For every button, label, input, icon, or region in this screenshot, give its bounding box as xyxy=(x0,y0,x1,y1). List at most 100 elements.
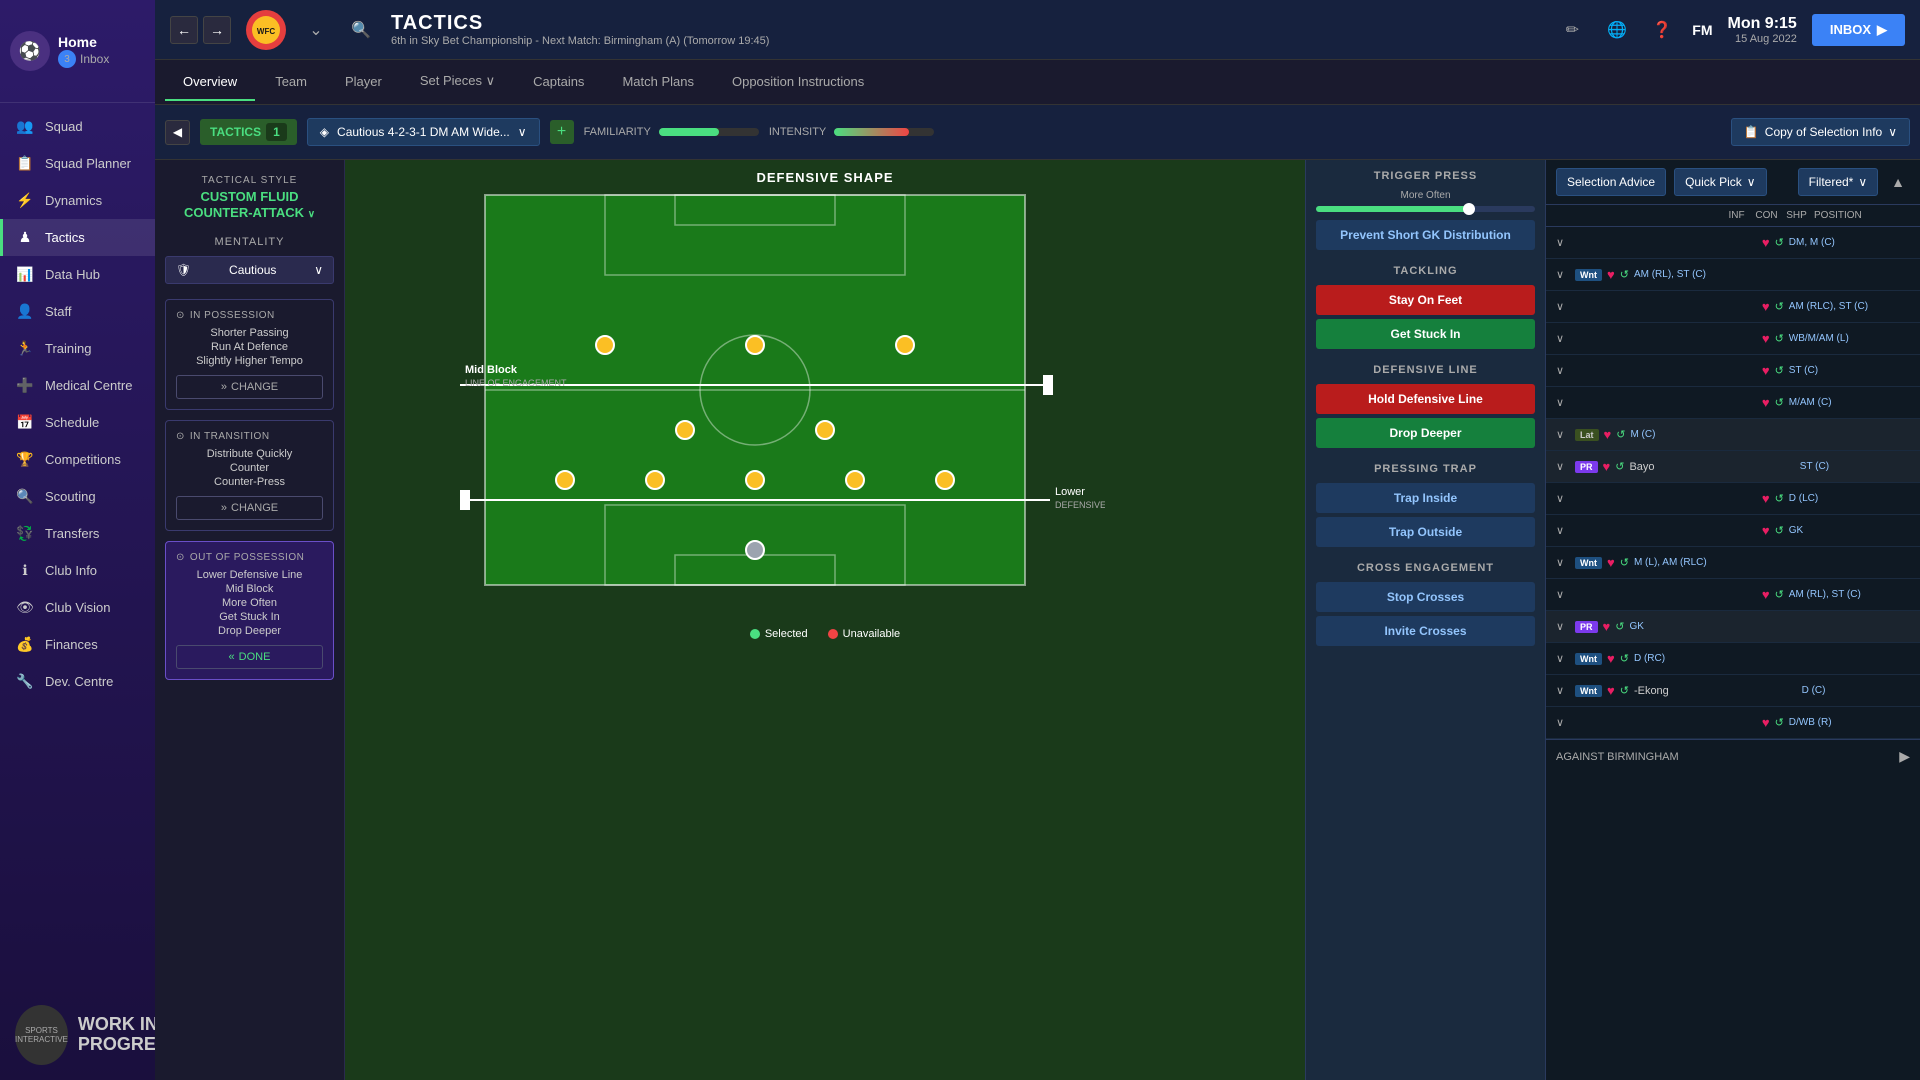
expand-icon-15[interactable]: ∨ xyxy=(1556,684,1570,697)
prevent-distribution-button[interactable]: Prevent Short GK Distribution xyxy=(1316,220,1535,250)
heart-icon-1[interactable]: ♥ xyxy=(1762,235,1770,250)
heart-icon-10[interactable]: ♥ xyxy=(1762,523,1770,538)
back-button[interactable]: ← xyxy=(170,16,198,44)
heart-icon-14[interactable]: ♥ xyxy=(1607,651,1615,666)
refresh-icon-16[interactable]: ↺ xyxy=(1775,716,1784,729)
refresh-icon-10[interactable]: ↺ xyxy=(1775,524,1784,537)
expand-icon-2[interactable]: ∨ xyxy=(1556,268,1570,281)
hold-defensive-line-button[interactable]: Hold Defensive Line xyxy=(1316,384,1535,414)
heart-icon-5[interactable]: ♥ xyxy=(1762,363,1770,378)
heart-icon-6[interactable]: ♥ xyxy=(1762,395,1770,410)
tab-captains[interactable]: Captains xyxy=(515,64,602,101)
mentality-dropdown[interactable]: 🛡 Cautious ∨ xyxy=(165,256,334,284)
minimize-panel-button[interactable]: ▲ xyxy=(1886,169,1910,195)
tac-back-button[interactable]: ◀ xyxy=(165,120,190,145)
sidebar-item-squad[interactable]: 👥Squad xyxy=(0,108,155,145)
refresh-icon-11[interactable]: ↺ xyxy=(1620,556,1629,569)
expand-icon-13[interactable]: ∨ xyxy=(1556,620,1570,633)
quick-pick-button[interactable]: Quick Pick ∨ xyxy=(1674,168,1766,196)
refresh-icon-2[interactable]: ↺ xyxy=(1620,268,1629,281)
refresh-icon-12[interactable]: ↺ xyxy=(1775,588,1784,601)
formation-dropdown[interactable]: ◈ Cautious 4-2-3-1 DM AM Wide... ∨ xyxy=(307,118,540,146)
inbox-link[interactable]: 3 Inbox xyxy=(58,50,109,68)
refresh-icon-3[interactable]: ↺ xyxy=(1775,300,1784,313)
copy-selection-button[interactable]: 📋 Copy of Selection Info ∨ xyxy=(1731,118,1910,146)
expand-icon-7[interactable]: ∨ xyxy=(1556,428,1570,441)
sidebar-item-club-info[interactable]: ℹClub Info xyxy=(0,552,155,589)
sidebar-item-staff[interactable]: 👤Staff xyxy=(0,293,155,330)
add-tactic-button[interactable]: + xyxy=(550,120,574,144)
refresh-icon-1[interactable]: ↺ xyxy=(1775,236,1784,249)
sidebar-item-training[interactable]: 🏃Training xyxy=(0,330,155,367)
refresh-icon-15[interactable]: ↺ xyxy=(1620,684,1629,697)
refresh-icon-13[interactable]: ↺ xyxy=(1615,620,1624,633)
stay-on-feet-button[interactable]: Stay On Feet xyxy=(1316,285,1535,315)
home-link[interactable]: Home xyxy=(58,34,109,50)
trigger-press-slider[interactable] xyxy=(1316,206,1535,212)
heart-icon-8[interactable]: ♥ xyxy=(1603,459,1611,474)
sidebar-item-club-vision[interactable]: 👁Club Vision xyxy=(0,589,155,626)
stop-crosses-button[interactable]: Stop Crosses xyxy=(1316,582,1535,612)
expand-icon-12[interactable]: ∨ xyxy=(1556,588,1570,601)
sidebar-item-competitions[interactable]: 🏆Competitions xyxy=(0,441,155,478)
expand-icon-14[interactable]: ∨ xyxy=(1556,652,1570,665)
heart-icon-3[interactable]: ♥ xyxy=(1762,299,1770,314)
refresh-icon-6[interactable]: ↺ xyxy=(1775,396,1784,409)
sidebar-item-data-hub[interactable]: 📊Data Hub xyxy=(0,256,155,293)
sidebar-item-dev-centre[interactable]: 🔧Dev. Centre xyxy=(0,663,155,700)
heart-icon-9[interactable]: ♥ xyxy=(1762,491,1770,506)
heart-icon-4[interactable]: ♥ xyxy=(1762,331,1770,346)
refresh-icon-8[interactable]: ↺ xyxy=(1615,460,1624,473)
globe-icon[interactable]: 🌐 xyxy=(1602,15,1632,45)
sidebar-item-scouting[interactable]: 🔍Scouting xyxy=(0,478,155,515)
refresh-icon-14[interactable]: ↺ xyxy=(1620,652,1629,665)
expand-icon-10[interactable]: ∨ xyxy=(1556,524,1570,537)
tac-style-dropdown-icon[interactable]: ∨ xyxy=(308,209,315,220)
expand-right-icon[interactable]: ▶ xyxy=(1899,748,1910,765)
heart-icon-12[interactable]: ♥ xyxy=(1762,587,1770,602)
search-icon[interactable]: 🔍 xyxy=(346,15,376,45)
in-possession-change-button[interactable]: » CHANGE xyxy=(176,375,323,399)
expand-icon[interactable]: ⌄ xyxy=(301,15,331,45)
help-icon[interactable]: ❓ xyxy=(1647,15,1677,45)
trigger-press-handle[interactable] xyxy=(1463,203,1475,215)
against-birmingham-section[interactable]: AGAINST BIRMINGHAM ▶ xyxy=(1546,739,1920,773)
tab-opposition-instructions[interactable]: Opposition Instructions xyxy=(714,64,882,101)
heart-icon-16[interactable]: ♥ xyxy=(1762,715,1770,730)
expand-icon-9[interactable]: ∨ xyxy=(1556,492,1570,505)
sidebar-item-transfers[interactable]: 💱Transfers xyxy=(0,515,155,552)
expand-icon-4[interactable]: ∨ xyxy=(1556,332,1570,345)
heart-icon-13[interactable]: ♥ xyxy=(1603,619,1611,634)
sidebar-item-finances[interactable]: 💰Finances xyxy=(0,626,155,663)
heart-icon-2[interactable]: ♥ xyxy=(1607,267,1615,282)
refresh-icon-4[interactable]: ↺ xyxy=(1775,332,1784,345)
tab-team[interactable]: Team xyxy=(257,64,325,101)
sidebar-item-dynamics[interactable]: ⚡Dynamics xyxy=(0,182,155,219)
sidebar-item-tactics[interactable]: ♟Tactics xyxy=(0,219,155,256)
selection-advice-button[interactable]: Selection Advice xyxy=(1556,168,1666,196)
drop-deeper-button[interactable]: Drop Deeper xyxy=(1316,418,1535,448)
tab-set-pieces[interactable]: Set Pieces ∨ xyxy=(402,63,513,101)
heart-icon-15[interactable]: ♥ xyxy=(1607,683,1615,698)
inbox-button[interactable]: INBOX ▶ xyxy=(1812,14,1905,46)
heart-icon-11[interactable]: ♥ xyxy=(1607,555,1615,570)
expand-icon-8[interactable]: ∨ xyxy=(1556,460,1570,473)
heart-icon-7[interactable]: ♥ xyxy=(1604,427,1612,442)
tab-overview[interactable]: Overview xyxy=(165,64,255,101)
sidebar-item-squad-planner[interactable]: 📋Squad Planner xyxy=(0,145,155,182)
expand-icon-3[interactable]: ∨ xyxy=(1556,300,1570,313)
forward-button[interactable]: → xyxy=(203,16,231,44)
trap-inside-button[interactable]: Trap Inside xyxy=(1316,483,1535,513)
expand-icon-1[interactable]: ∨ xyxy=(1556,236,1570,249)
expand-icon-16[interactable]: ∨ xyxy=(1556,716,1570,729)
expand-icon-6[interactable]: ∨ xyxy=(1556,396,1570,409)
get-stuck-in-button[interactable]: Get Stuck In xyxy=(1316,319,1535,349)
refresh-icon-9[interactable]: ↺ xyxy=(1775,492,1784,505)
in-transition-change-button[interactable]: » CHANGE xyxy=(176,496,323,520)
tab-player[interactable]: Player xyxy=(327,64,400,101)
invite-crosses-button[interactable]: Invite Crosses xyxy=(1316,616,1535,646)
refresh-icon-5[interactable]: ↺ xyxy=(1775,364,1784,377)
sidebar-item-medical[interactable]: ➕Medical Centre xyxy=(0,367,155,404)
expand-icon-11[interactable]: ∨ xyxy=(1556,556,1570,569)
trap-outside-button[interactable]: Trap Outside xyxy=(1316,517,1535,547)
